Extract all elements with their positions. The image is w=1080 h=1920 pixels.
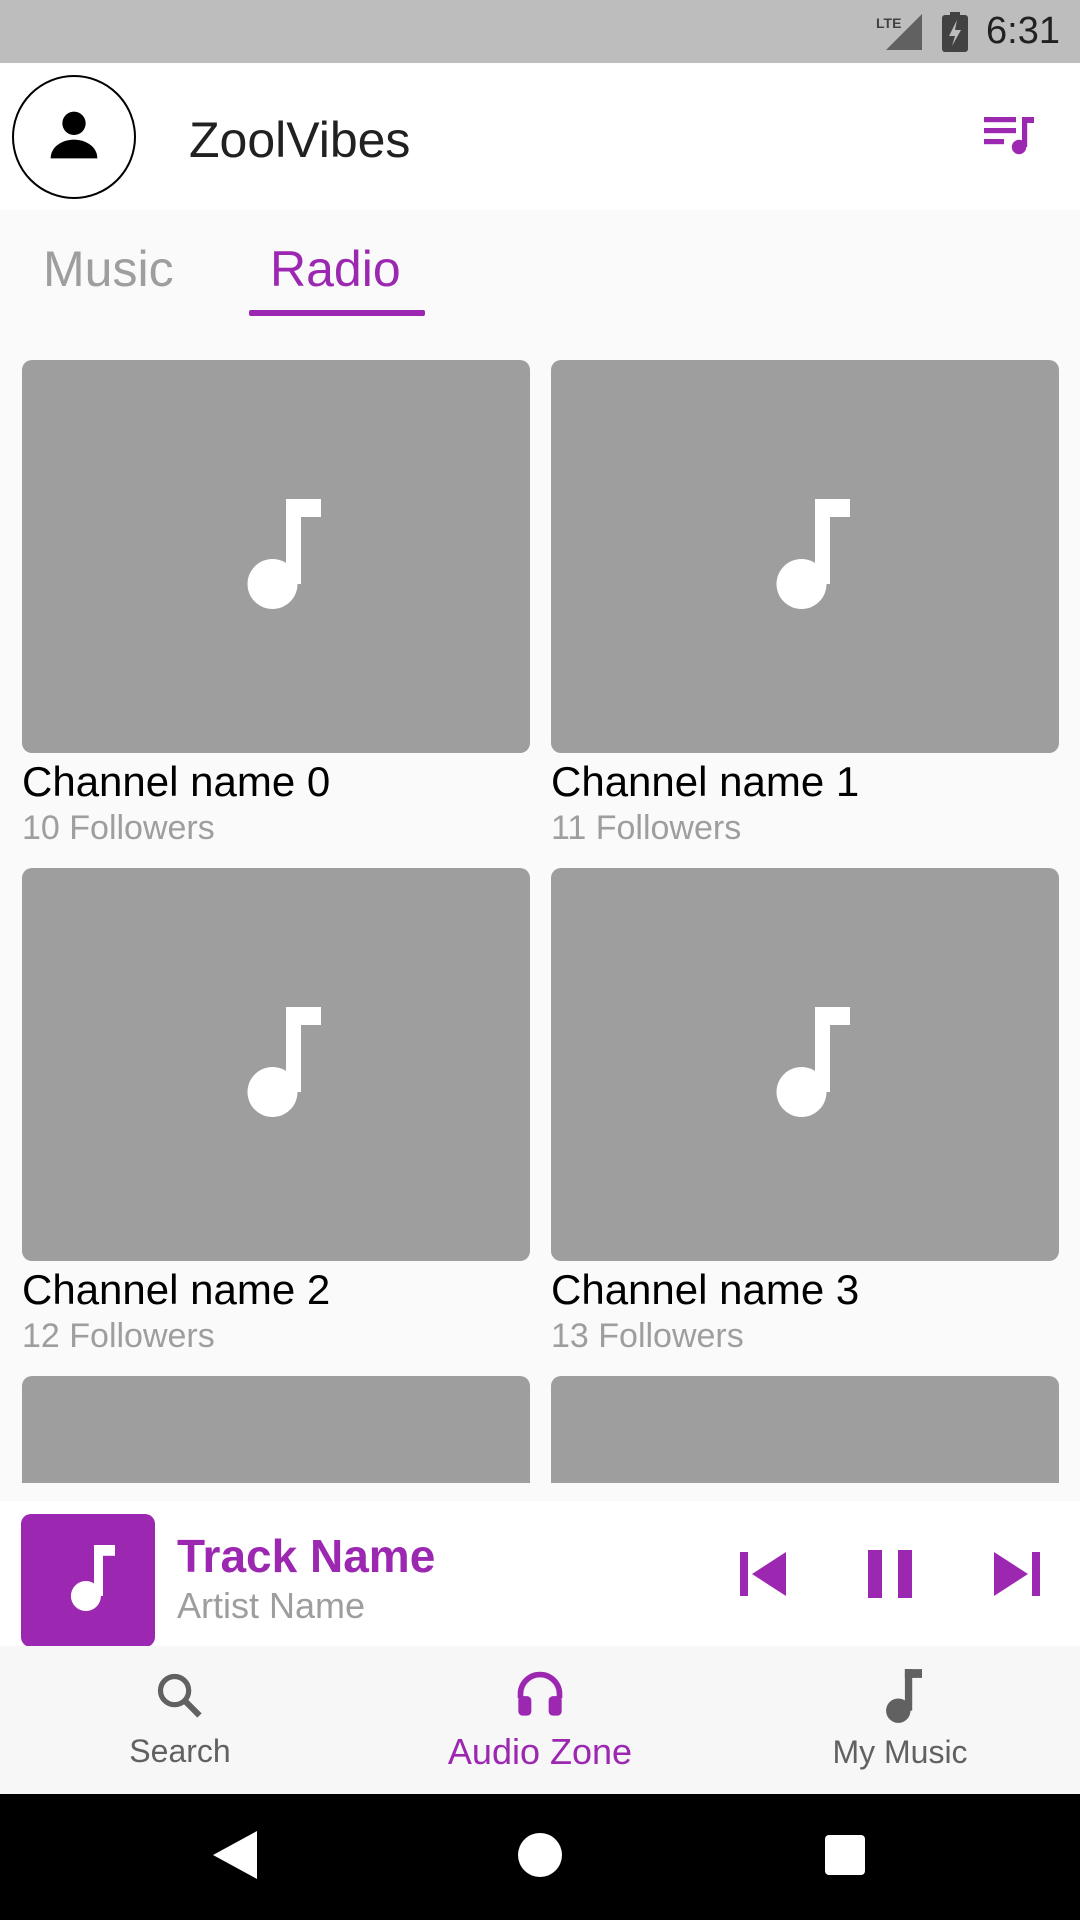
nav-item-audio-zone[interactable]: Audio Zone: [360, 1646, 720, 1794]
channel-name: Channel name 3: [551, 1266, 860, 1313]
channel-card[interactable]: [551, 1376, 1059, 1483]
recents-icon: [825, 1834, 865, 1880]
status-bar-right: LTE 6:31: [876, 0, 1060, 63]
app-title: ZoolVibes: [189, 112, 411, 168]
tab-music[interactable]: Music: [43, 240, 174, 298]
nav-item-search[interactable]: Search: [0, 1646, 360, 1794]
channel-name: Channel name 2: [22, 1266, 331, 1313]
track-artwork: [21, 1514, 155, 1647]
queue-music-icon: [984, 113, 1036, 162]
lte-signal-icon: LTE: [876, 12, 924, 52]
back-icon: [213, 1830, 257, 1884]
person-icon: [46, 107, 102, 168]
status-bar: LTE 6:31: [0, 0, 1080, 63]
channel-card[interactable]: Channel name 0 10 Followers: [22, 360, 530, 849]
nav-label-my-music: My Music: [832, 1734, 968, 1770]
battery-charging-icon: [942, 11, 969, 52]
queue-music-button[interactable]: [980, 107, 1040, 167]
music-note-icon: [61, 1543, 115, 1618]
nav-item-my-music[interactable]: My Music: [720, 1646, 1080, 1794]
lte-label: LTE: [876, 15, 901, 31]
track-name: Track Name: [177, 1530, 436, 1582]
channel-thumbnail: [22, 868, 530, 1261]
skip-next-icon: [994, 1551, 1040, 1601]
channel-card[interactable]: Channel name 1 11 Followers: [551, 360, 1059, 849]
nav-label-audio-zone: Audio Zone: [447, 1730, 633, 1772]
nav-label-search: Search: [129, 1733, 231, 1769]
channel-card[interactable]: Channel name 2 12 Followers: [22, 868, 530, 1357]
channel-card[interactable]: [22, 1376, 530, 1483]
system-navigation-bar: [0, 1794, 1080, 1920]
home-icon: [518, 1832, 562, 1882]
channel-name: Channel name 1: [551, 758, 860, 805]
search-icon: [154, 1670, 206, 1727]
screen: LTE 6:31 ZoolVibes Music Radio Channel n…: [0, 0, 1080, 1920]
recents-button[interactable]: [820, 1832, 870, 1882]
pause-icon: [868, 1549, 912, 1603]
mini-player[interactable]: Track Name Artist Name: [0, 1501, 1080, 1647]
bottom-navigation: Search Audio Zone My Music: [0, 1646, 1080, 1794]
channel-followers: 11 Followers: [551, 809, 742, 847]
music-note-icon: [231, 499, 321, 614]
music-note-icon: [760, 499, 850, 614]
channel-followers: 10 Followers: [22, 809, 215, 847]
channel-thumbnail: [22, 360, 530, 753]
channel-followers: 13 Followers: [551, 1317, 744, 1355]
tab-indicator: [249, 310, 425, 316]
channel-grid: Channel name 0 10 Followers Channel name…: [0, 320, 1080, 1483]
channel-thumbnail: [551, 360, 1059, 753]
avatar-button[interactable]: [12, 75, 136, 199]
music-note-icon: [760, 1007, 850, 1122]
channel-name: Channel name 0: [22, 758, 331, 805]
app-bar: ZoolVibes: [0, 63, 1080, 210]
tab-radio[interactable]: Radio: [270, 240, 401, 298]
music-note-icon: [878, 1669, 922, 1728]
skip-previous-button[interactable]: [728, 1541, 798, 1611]
status-time: 6:31: [986, 10, 1060, 52]
pause-button[interactable]: [855, 1541, 925, 1611]
channel-thumbnail: [551, 868, 1059, 1261]
channel-card[interactable]: Channel name 3 13 Followers: [551, 868, 1059, 1357]
home-button[interactable]: [515, 1832, 565, 1882]
skip-next-button[interactable]: [982, 1541, 1052, 1611]
channel-thumbnail: [22, 1376, 530, 1483]
tab-bar: Music Radio: [0, 210, 1080, 320]
channel-followers: 12 Followers: [22, 1317, 215, 1355]
back-button[interactable]: [210, 1830, 260, 1884]
channel-thumbnail: [551, 1376, 1059, 1483]
headphones-icon: [514, 1668, 566, 1725]
skip-previous-icon: [740, 1551, 786, 1601]
music-note-icon: [231, 1007, 321, 1122]
artist-name: Artist Name: [177, 1585, 366, 1626]
